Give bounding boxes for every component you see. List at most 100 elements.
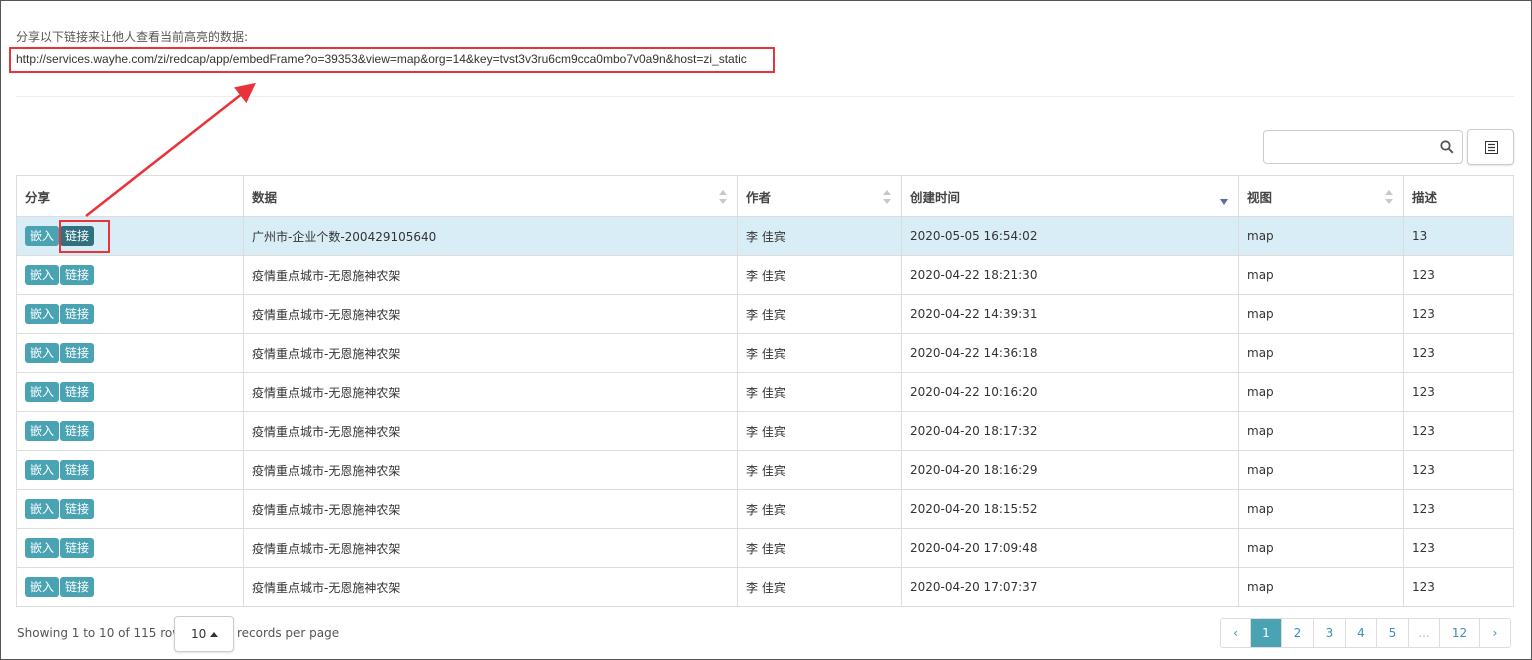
search-input[interactable]	[1270, 137, 1430, 157]
embed-button[interactable]: 嵌入	[25, 499, 60, 519]
header-author[interactable]: 作者	[737, 175, 902, 217]
embed-button[interactable]: 嵌入	[25, 577, 60, 597]
page-4-button[interactable]: 4	[1346, 619, 1377, 647]
page-size-dropdown[interactable]: 10	[174, 616, 234, 652]
link-button[interactable]: 链接	[60, 538, 95, 558]
table-row[interactable]: 嵌入 链接 疫情重点城市-无恩施神农架李 佳宾 2020-04-20 18:15:52…	[16, 489, 1514, 529]
table-row[interactable]: 嵌入 链接 疫情重点城市-无恩施神农架李 佳宾 2020-04-22 14:39:31…	[16, 294, 1514, 334]
cell-created: 2020-04-20 18:15:52	[901, 489, 1239, 529]
table-row[interactable]: 嵌入 链接 疫情重点城市-无恩施神农架李 佳宾 2020-04-20 18:17:32…	[16, 411, 1514, 451]
cell-author: 李 佳宾	[737, 216, 902, 256]
sort-both-icon[interactable]	[719, 190, 727, 204]
header-label: 分享	[25, 189, 51, 205]
cell-desc: 123	[1403, 333, 1514, 373]
page-1-button[interactable]: 1	[1251, 619, 1282, 647]
sort-desc-icon[interactable]	[1220, 195, 1228, 209]
cell-share: 嵌入 链接	[16, 333, 244, 373]
share-url-text[interactable]: http://services.wayhe.com/zi/redcap/app/…	[16, 52, 747, 66]
embed-button[interactable]: 嵌入	[25, 343, 60, 363]
cell-share: 嵌入 链接	[16, 567, 244, 607]
page-12-button[interactable]: 12	[1440, 619, 1480, 647]
cell-data: 疫情重点城市-无恩施神农架	[243, 489, 738, 529]
data-table: 分享 数据 作者 创建时间 视图 描述 嵌入 链接 广州市-企业个数-2004291…	[16, 175, 1514, 607]
header-label: 视图	[1247, 189, 1273, 205]
page-3-button[interactable]: 3	[1314, 619, 1346, 647]
cell-share: 嵌入 链接	[16, 489, 244, 529]
cell-created: 2020-05-05 16:54:02	[901, 216, 1239, 256]
embed-button[interactable]: 嵌入	[25, 304, 60, 324]
table-row[interactable]: 嵌入 链接 疫情重点城市-无恩施神农架李 佳宾 2020-04-20 17:07:37…	[16, 567, 1514, 607]
embed-button[interactable]: 嵌入	[25, 460, 60, 480]
cell-desc: 123	[1403, 372, 1514, 412]
cell-view: map	[1238, 333, 1404, 373]
page-2-button[interactable]: 2	[1282, 619, 1314, 647]
prev-page-button[interactable]: ‹	[1221, 619, 1251, 647]
search-box[interactable]	[1263, 130, 1463, 164]
cell-view: map	[1238, 567, 1404, 607]
divider	[16, 96, 1514, 97]
link-button[interactable]: 链接	[60, 382, 95, 402]
cell-view: map	[1238, 489, 1404, 529]
table-row[interactable]: 嵌入 链接 疫情重点城市-无恩施神农架李 佳宾 2020-04-20 18:16:29…	[16, 450, 1514, 490]
embed-button[interactable]: 嵌入	[25, 421, 60, 441]
list-icon	[1485, 141, 1498, 154]
cell-view: map	[1238, 255, 1404, 295]
cell-view: map	[1238, 216, 1404, 256]
cell-desc: 123	[1403, 450, 1514, 490]
header-view[interactable]: 视图	[1238, 175, 1404, 217]
search-icon[interactable]	[1440, 140, 1454, 154]
cell-data: 疫情重点城市-无恩施神农架	[243, 333, 738, 373]
cell-desc: 123	[1403, 489, 1514, 529]
embed-button[interactable]: 嵌入	[25, 226, 60, 246]
cell-view: map	[1238, 372, 1404, 412]
link-button[interactable]: 链接	[60, 577, 95, 597]
table-row[interactable]: 嵌入 链接 疫情重点城市-无恩施神农架李 佳宾 2020-04-20 17:09:48…	[16, 528, 1514, 568]
embed-button[interactable]: 嵌入	[25, 382, 60, 402]
cell-author: 李 佳宾	[737, 450, 902, 490]
cell-author: 李 佳宾	[737, 411, 902, 451]
cell-data: 疫情重点城市-无恩施神农架	[243, 528, 738, 568]
cell-desc: 123	[1403, 411, 1514, 451]
page-ellipsis: ...	[1409, 619, 1440, 647]
next-page-button[interactable]: ›	[1480, 619, 1510, 647]
pagination: ‹ 1 2 3 4 5... 12 ›	[1220, 618, 1511, 648]
header-created[interactable]: 创建时间	[901, 175, 1239, 217]
table-row[interactable]: 嵌入 链接 疫情重点城市-无恩施神农架李 佳宾 2020-04-22 18:21:30…	[16, 255, 1514, 295]
table-row[interactable]: 嵌入 链接 广州市-企业个数-200429105640 李 佳宾 2020-05-05 …	[16, 216, 1514, 256]
cell-created: 2020-04-22 14:39:31	[901, 294, 1239, 334]
cell-author: 李 佳宾	[737, 333, 902, 373]
cell-data: 疫情重点城市-无恩施神农架	[243, 567, 738, 607]
embed-button[interactable]: 嵌入	[25, 265, 60, 285]
page-5-button[interactable]: 5	[1377, 619, 1409, 647]
cell-author: 李 佳宾	[737, 294, 902, 334]
header-data[interactable]: 数据	[243, 175, 738, 217]
cell-data: 疫情重点城市-无恩施神农架	[243, 411, 738, 451]
cell-author: 李 佳宾	[737, 489, 902, 529]
embed-button[interactable]: 嵌入	[25, 538, 60, 558]
link-button[interactable]: 链接	[60, 460, 95, 480]
sort-both-icon[interactable]	[1385, 190, 1393, 204]
link-button[interactable]: 链接	[60, 421, 95, 441]
share-hint-text: 分享以下链接来让他人查看当前高亮的数据:	[16, 30, 249, 44]
records-per-page-label: records per page	[237, 626, 340, 640]
link-button[interactable]: 链接	[60, 304, 95, 324]
cell-created: 2020-04-22 10:16:20	[901, 372, 1239, 412]
cell-view: map	[1238, 450, 1404, 490]
header-label: 作者	[746, 189, 772, 205]
cell-share: 嵌入 链接	[16, 294, 244, 334]
cell-share: 嵌入 链接	[16, 450, 244, 490]
cell-desc: 123	[1403, 255, 1514, 295]
link-button[interactable]: 链接	[60, 226, 95, 246]
table-row[interactable]: 嵌入 链接 疫情重点城市-无恩施神农架李 佳宾 2020-04-22 10:16:20…	[16, 372, 1514, 412]
cell-created: 2020-04-20 17:07:37	[901, 567, 1239, 607]
table-row[interactable]: 嵌入 链接 疫情重点城市-无恩施神农架李 佳宾 2020-04-22 14:36:18…	[16, 333, 1514, 373]
sort-both-icon[interactable]	[883, 190, 891, 204]
cell-created: 2020-04-20 18:17:32	[901, 411, 1239, 451]
cell-created: 2020-04-22 18:21:30	[901, 255, 1239, 295]
cell-data: 疫情重点城市-无恩施神农架	[243, 255, 738, 295]
columns-toggle-button[interactable]	[1467, 129, 1514, 165]
link-button[interactable]: 链接	[60, 343, 95, 363]
link-button[interactable]: 链接	[60, 265, 95, 285]
link-button[interactable]: 链接	[60, 499, 95, 519]
cell-created: 2020-04-20 18:16:29	[901, 450, 1239, 490]
